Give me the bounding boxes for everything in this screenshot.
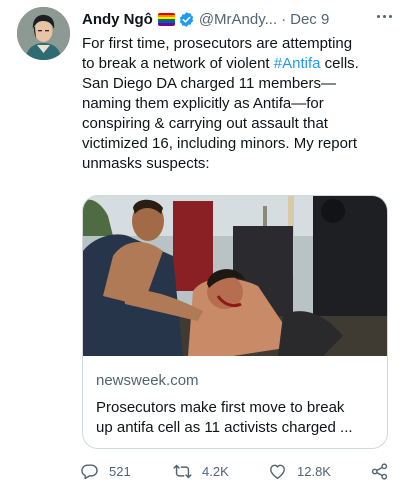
separator-dot: · bbox=[281, 10, 287, 28]
retweet-button[interactable]: 4.2K bbox=[173, 459, 229, 483]
reply-count: 521 bbox=[109, 463, 131, 479]
author-handle[interactable]: @MrAndy... bbox=[199, 11, 277, 28]
news-photo-image bbox=[83, 196, 387, 356]
tweet-text-segment: to break a network of violent bbox=[82, 55, 274, 72]
tweet-text-line: unmasks suspects: bbox=[82, 155, 210, 172]
tweet-text-line: conspiring & carrying out assault that bbox=[82, 115, 328, 132]
retweet-icon bbox=[173, 464, 192, 478]
more-options-icon[interactable] bbox=[372, 8, 396, 24]
verified-badge-icon bbox=[179, 11, 193, 27]
retweet-count: 4.2K bbox=[202, 463, 229, 479]
tweet-date[interactable]: Dec 9 bbox=[290, 11, 329, 28]
hashtag-link[interactable]: #Antifa bbox=[274, 55, 321, 72]
heart-icon bbox=[270, 464, 285, 479]
reply-icon bbox=[81, 463, 98, 479]
tweet-text-line: San Diego DA charged 11 members— bbox=[82, 75, 337, 92]
tweet-text-line: For first time, prosecutors are attempti… bbox=[82, 35, 353, 52]
link-domain: newsweek.com bbox=[96, 372, 199, 389]
link-preview-card[interactable]: newsweek.com Prosecutors make first move… bbox=[82, 195, 388, 449]
tweet-text-line: naming them explicitly as Antifa—for bbox=[82, 95, 324, 112]
link-title-line: up antifa cell as 11 activists charged .… bbox=[96, 419, 353, 436]
tweet-text-line: to break a network of violent #Antifa ce… bbox=[82, 54, 392, 74]
author-name[interactable]: Andy Ngô bbox=[82, 11, 153, 28]
share-button[interactable] bbox=[370, 459, 389, 483]
rainbow-flag-icon bbox=[157, 12, 175, 26]
tweet-header: Andy Ngô @MrAndy... · Dec 9 bbox=[82, 9, 396, 29]
tweet-text-segment: cells. bbox=[320, 55, 359, 72]
share-icon bbox=[371, 462, 388, 480]
tweet-text-line: victimized 16, including minors. My repo… bbox=[82, 135, 358, 152]
like-count: 12.8K bbox=[297, 463, 331, 479]
link-title: Prosecutors make first move to break up … bbox=[96, 398, 377, 438]
tweet-actions: 521 4.2K 12.8K bbox=[78, 459, 396, 483]
tweet-text: For first time, prosecutors are attempti… bbox=[82, 34, 392, 174]
link-title-line: Prosecutors make first move to break bbox=[96, 399, 345, 416]
tweet[interactable]: Andy Ngô @MrAndy... · Dec 9 For first ti… bbox=[0, 0, 406, 500]
author-avatar[interactable] bbox=[17, 7, 70, 60]
like-button[interactable]: 12.8K bbox=[268, 459, 331, 483]
link-preview-body: newsweek.com Prosecutors make first move… bbox=[96, 371, 377, 438]
avatar-illustration bbox=[17, 7, 70, 60]
reply-button[interactable]: 521 bbox=[80, 459, 131, 483]
